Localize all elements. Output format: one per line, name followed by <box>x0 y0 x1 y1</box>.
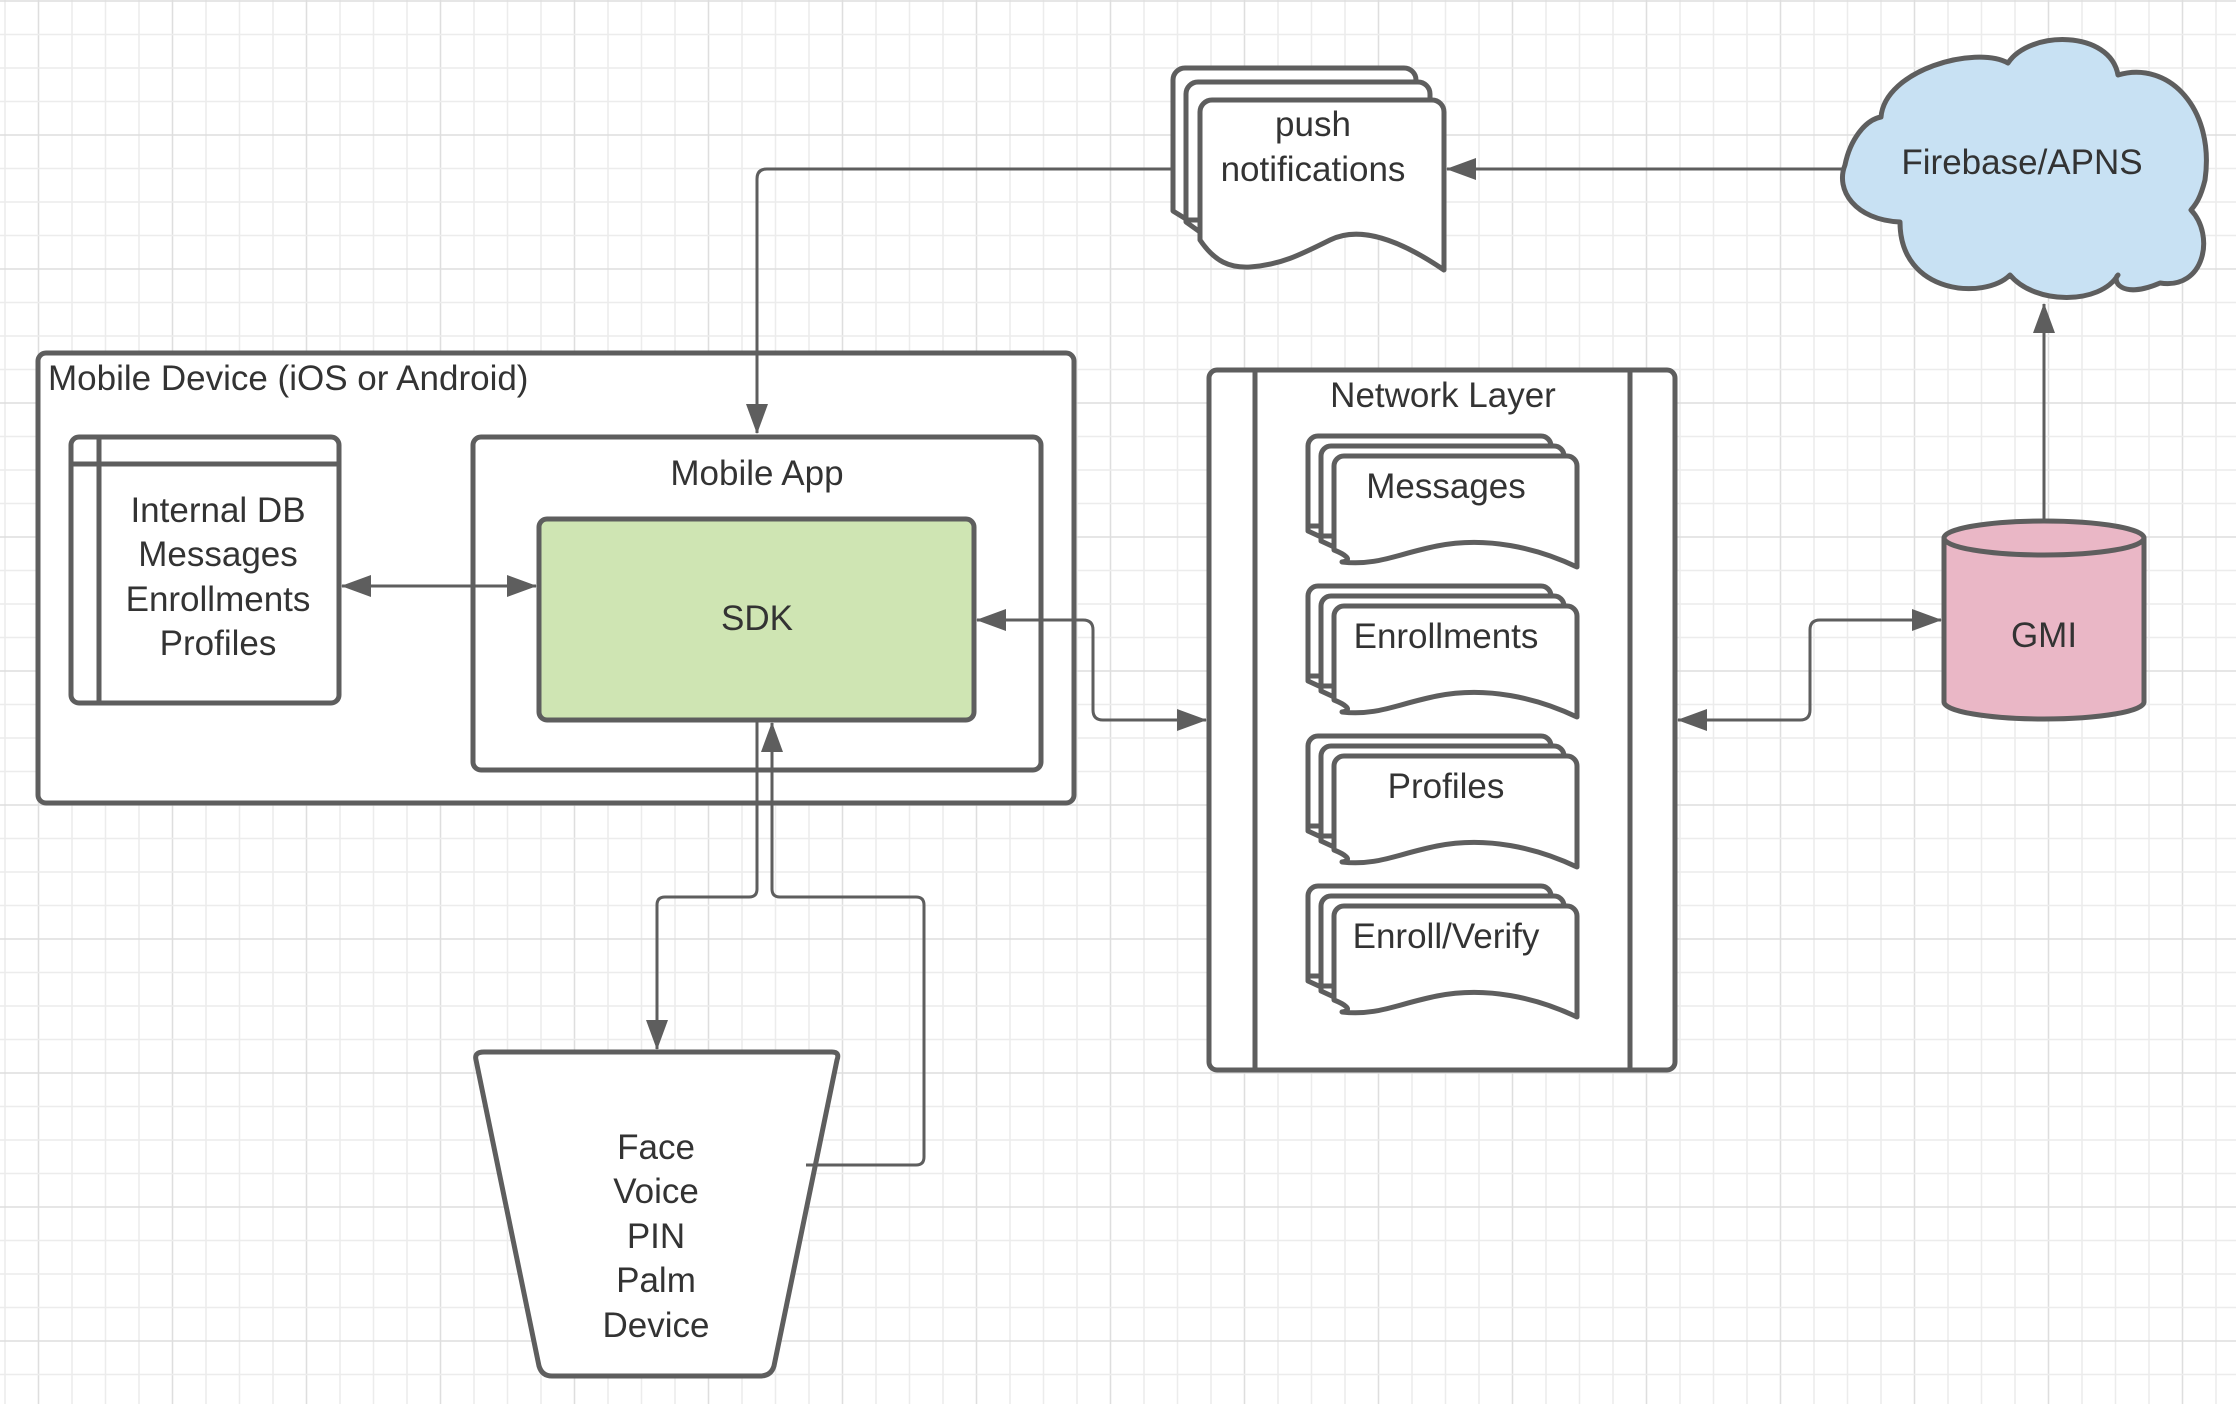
biometric-line: Voice <box>613 1172 699 1211</box>
network-document-stack[interactable]: Profiles <box>1305 733 1580 870</box>
biometric-line: Device <box>603 1306 710 1345</box>
mobile-device-label: Mobile Device (iOS or Android) <box>48 359 528 398</box>
internal-db-line: Internal DB <box>130 491 305 530</box>
network-document-label: Profiles <box>1388 767 1505 806</box>
push-notifications-line: notifications <box>1221 150 1406 189</box>
network-document-label: Enrollments <box>1354 617 1539 656</box>
network-document-stack[interactable]: Enrollments <box>1305 583 1580 720</box>
gmi-label: GMI <box>2011 616 2077 655</box>
firebase-apns-cloud[interactable]: Firebase/APNS <box>1839 37 2209 300</box>
internal-db-line: Profiles <box>160 624 277 663</box>
push-notifications-line: push <box>1275 105 1351 144</box>
network-document-label: Messages <box>1366 467 1526 506</box>
gmi-database[interactable]: GMI <box>1941 518 2147 722</box>
push-notifications-node[interactable]: push notifications <box>1170 65 1447 273</box>
network-document-stack[interactable]: Enroll/Verify <box>1305 883 1580 1020</box>
network-document-label: Enroll/Verify <box>1353 917 1540 956</box>
firebase-label: Firebase/APNS <box>1901 143 2142 182</box>
biometric-line: PIN <box>627 1217 685 1256</box>
biometric-modalities-node[interactable]: Face Voice PIN Palm Device <box>473 1049 841 1379</box>
sdk-node[interactable]: SDK <box>536 516 977 723</box>
sdk-label: SDK <box>721 599 793 638</box>
biometric-line: Face <box>617 1128 695 1167</box>
network-layer-label: Network Layer <box>1330 376 1556 415</box>
internal-db-line: Enrollments <box>126 580 311 619</box>
diagram-canvas: Mobile Device (iOS or Android) Internal … <box>0 0 2236 1404</box>
network-document-stack[interactable]: Messages <box>1305 433 1580 570</box>
biometric-line: Palm <box>616 1261 696 1300</box>
internal-db-line: Messages <box>138 535 298 574</box>
mobile-app-label: Mobile App <box>670 454 843 493</box>
internal-db-node[interactable]: Internal DB Messages Enrollments Profile… <box>68 434 342 706</box>
